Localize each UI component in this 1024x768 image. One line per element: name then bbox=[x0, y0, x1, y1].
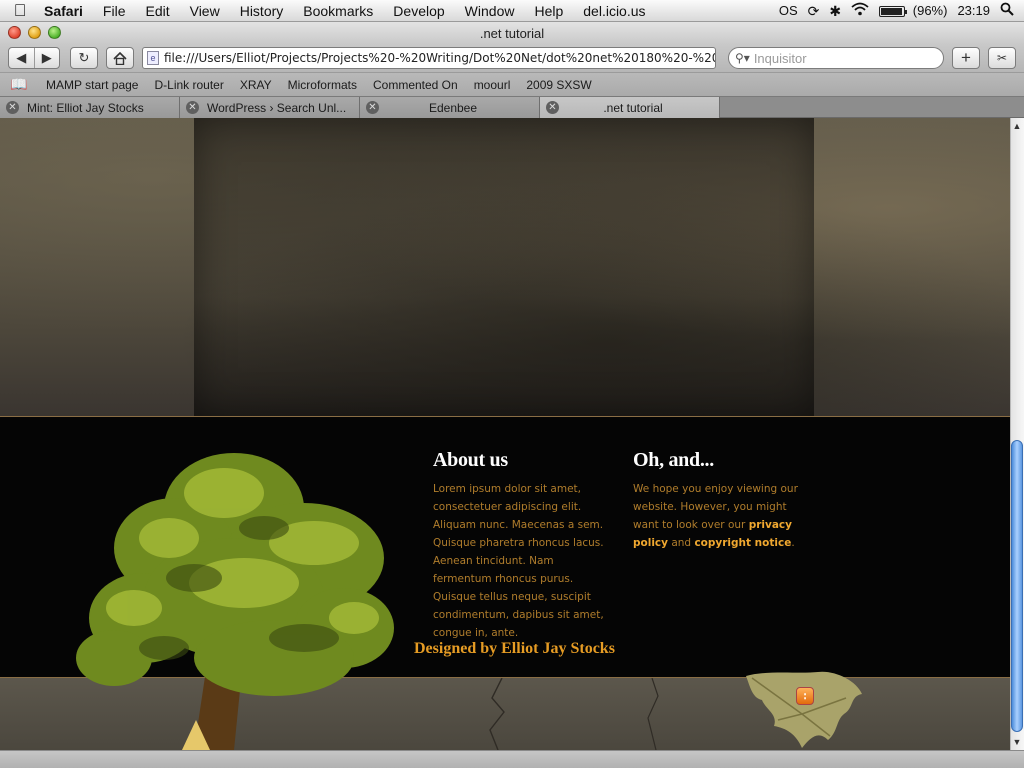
search-field[interactable]: ⚲▾ bbox=[728, 47, 944, 69]
oh-and-text-middle: and bbox=[668, 537, 695, 549]
spotlight-search-icon[interactable] bbox=[1000, 0, 1014, 22]
battery-percent: (96%) bbox=[912, 2, 948, 18]
about-us-heading: About us bbox=[433, 449, 508, 471]
menu-file[interactable]: File bbox=[93, 0, 136, 22]
status-bar bbox=[0, 750, 1024, 768]
menu-help[interactable]: Help bbox=[524, 0, 573, 22]
home-button[interactable] bbox=[106, 47, 134, 69]
page-favicon-icon: e bbox=[147, 51, 159, 65]
battery-status[interactable]: (96%) bbox=[879, 0, 947, 22]
tab-bar: ✕ Mint: Elliot Jay Stocks ✕ WordPress › … bbox=[0, 96, 1024, 118]
close-window-button[interactable] bbox=[8, 26, 21, 39]
show-all-bookmarks-icon[interactable]: 📖 bbox=[0, 76, 38, 93]
tab-wordpress[interactable]: ✕ WordPress › Search Unl... bbox=[180, 97, 360, 118]
tab-mint[interactable]: ✕ Mint: Elliot Jay Stocks bbox=[0, 97, 180, 118]
oh-and-text: We hope you enjoy viewing our website. H… bbox=[633, 480, 813, 552]
tab-label: .net tutorial bbox=[603, 100, 663, 115]
battery-icon bbox=[879, 5, 908, 17]
address-bar[interactable]: e file:///Users/Elliot/Projects/Projects… bbox=[142, 47, 716, 69]
tab-label: WordPress › Search Unl... bbox=[207, 100, 347, 115]
menu-window[interactable]: Window bbox=[455, 0, 525, 22]
crack-decoration bbox=[489, 678, 659, 750]
back-forward-buttons: ◀ ▶ bbox=[8, 47, 60, 69]
header-center-panel bbox=[194, 118, 814, 416]
tab-label: Edenbee bbox=[428, 100, 478, 115]
wifi-icon[interactable] bbox=[851, 0, 869, 22]
os-status-label[interactable]: OS bbox=[779, 0, 798, 22]
oh-and-text-end: . bbox=[791, 537, 795, 549]
tab-net-tutorial[interactable]: ✕ .net tutorial bbox=[540, 97, 720, 118]
about-us-section: About us Lorem ipsum dolor sit amet, con… bbox=[433, 449, 613, 642]
back-arrow-icon[interactable]: ◀ bbox=[9, 48, 34, 68]
copyright-notice-link[interactable]: copyright notice bbox=[694, 537, 791, 549]
zoom-window-button[interactable] bbox=[48, 26, 61, 39]
bookmark-mamp[interactable]: MAMP start page bbox=[38, 78, 146, 92]
add-bookmark-button[interactable]: + bbox=[952, 47, 980, 69]
web-page-viewport: About us Lorem ipsum dolor sit amet, con… bbox=[0, 118, 1010, 750]
apple-menu-icon[interactable]:  bbox=[0, 0, 40, 22]
scrollbar-thumb[interactable] bbox=[1011, 440, 1023, 732]
menu-delicious[interactable]: del.icio.us bbox=[573, 0, 655, 22]
battery-level-fill bbox=[881, 7, 903, 15]
search-engine-icon[interactable]: ⚲▾ bbox=[735, 51, 750, 65]
search-input[interactable] bbox=[753, 50, 934, 66]
scroll-down-arrow-icon[interactable]: ▼ bbox=[1010, 734, 1024, 750]
close-tab-icon[interactable]: ✕ bbox=[546, 101, 559, 114]
scroll-up-arrow-icon[interactable]: ▲ bbox=[1010, 118, 1024, 134]
bluetooth-icon[interactable]: ✱ bbox=[829, 0, 841, 22]
rss-feed-icon[interactable]: ∶ bbox=[796, 687, 814, 705]
close-tab-icon[interactable]: ✕ bbox=[366, 101, 379, 114]
window-title: .net tutorial bbox=[479, 25, 545, 41]
designed-by-credit[interactable]: Designed by Elliot Jay Stocks bbox=[414, 640, 615, 658]
minimize-window-button[interactable] bbox=[28, 26, 41, 39]
menu-bookmarks[interactable]: Bookmarks bbox=[293, 0, 383, 22]
browser-toolbar: ◀ ▶ ↻ e file:///Users/Elliot/Projects/Pr… bbox=[0, 44, 1024, 72]
tree-illustration bbox=[76, 453, 394, 750]
home-icon bbox=[113, 51, 127, 65]
sync-icon[interactable]: ⟳ bbox=[808, 0, 820, 22]
snippet-icon[interactable]: ✂ bbox=[988, 47, 1016, 69]
reload-icon: ↻ bbox=[78, 50, 90, 65]
oh-and-section: Oh, and... We hope you enjoy viewing our… bbox=[633, 449, 813, 552]
menu-bar:  Safari File Edit View History Bookmark… bbox=[0, 0, 1024, 22]
bookmark-moourl[interactable]: moourl bbox=[466, 78, 519, 92]
clock[interactable]: 23:19 bbox=[957, 0, 990, 22]
menu-view[interactable]: View bbox=[180, 0, 230, 22]
bookmark-xray[interactable]: XRAY bbox=[232, 78, 280, 92]
menu-edit[interactable]: Edit bbox=[135, 0, 179, 22]
bookmark-dlink[interactable]: D-Link router bbox=[146, 78, 231, 92]
menu-app[interactable]: Safari bbox=[40, 0, 93, 22]
leaf-illustration bbox=[746, 671, 862, 748]
tab-edenbee[interactable]: ✕ Edenbee bbox=[360, 97, 540, 118]
menu-develop[interactable]: Develop bbox=[383, 0, 454, 22]
tab-label: Mint: Elliot Jay Stocks bbox=[27, 100, 144, 115]
bookmark-sxsw[interactable]: 2009 SXSW bbox=[518, 78, 599, 92]
about-us-text: Lorem ipsum dolor sit amet, consectetuer… bbox=[433, 483, 604, 639]
bookmark-microformats[interactable]: Microformats bbox=[280, 78, 365, 92]
forward-arrow-icon[interactable]: ▶ bbox=[33, 48, 60, 68]
reload-button[interactable]: ↻ bbox=[70, 47, 98, 69]
close-tab-icon[interactable]: ✕ bbox=[186, 101, 199, 114]
url-text: file:///Users/Elliot/Projects/Projects%2… bbox=[164, 51, 716, 65]
bookmarks-bar: 📖 MAMP start page D-Link router XRAY Mic… bbox=[0, 72, 1024, 96]
bookmark-commented-on[interactable]: Commented On bbox=[365, 78, 466, 92]
window-title-bar[interactable]: .net tutorial bbox=[0, 22, 1024, 44]
menu-history[interactable]: History bbox=[230, 0, 294, 22]
close-tab-icon[interactable]: ✕ bbox=[6, 101, 19, 114]
oh-and-heading: Oh, and... bbox=[633, 449, 714, 471]
